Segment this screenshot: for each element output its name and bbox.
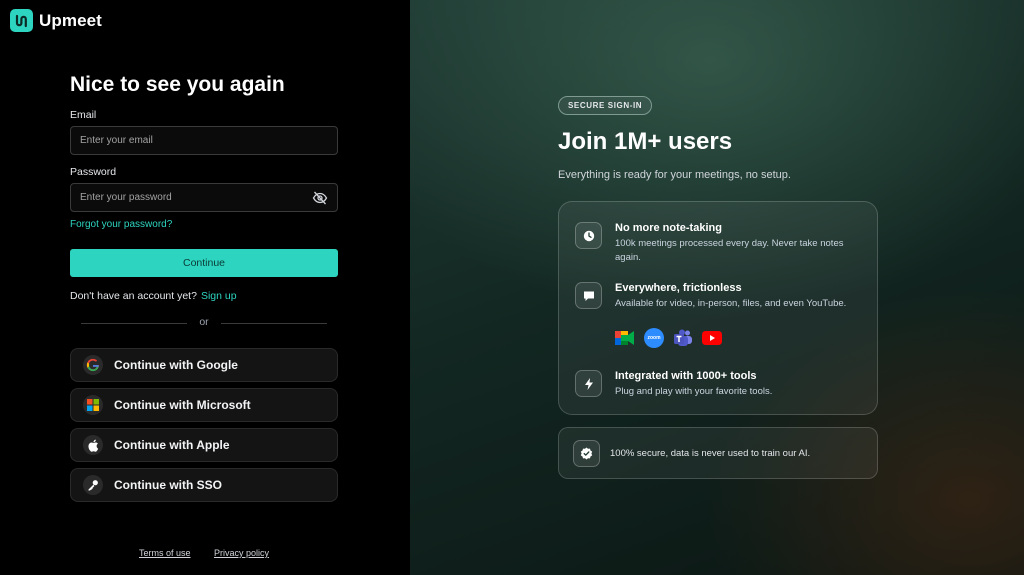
password-label: Password [70,166,117,178]
upmeet-logo-icon [10,9,33,32]
google-meet-icon [615,328,635,348]
promo-subtitle: Everything is ready for your meetings, n… [558,169,791,181]
social-label: Continue with SSO [114,478,222,492]
secure-sign-in-badge: SECURE SIGN-IN [558,96,653,115]
feature-title: Everywhere, frictionless [615,282,742,294]
signup-row: Don't have an account yet? Sign up [70,290,237,302]
google-icon [83,355,103,375]
integrations-row: zoom [615,328,722,348]
promo-panel: SECURE SIGN-IN Join 1M+ users Everything… [410,0,1024,575]
youtube-icon [702,328,722,348]
continue-with-apple-button[interactable]: Continue with Apple [70,428,338,462]
or-text: or [199,316,209,328]
key-icon [83,475,103,495]
microsoft-icon [83,395,103,415]
feature-title: No more note-taking [615,222,722,234]
continue-with-sso-button[interactable]: Continue with SSO [70,468,338,502]
security-text: 100% secure, data is never used to train… [610,448,811,459]
brand-name: Upmeet [39,10,102,30]
check-shield-icon [573,440,600,467]
social-label: Continue with Microsoft [114,398,251,412]
email-field-wrapper [70,126,338,155]
email-label: Email [70,109,97,121]
continue-with-microsoft-button[interactable]: Continue with Microsoft [70,388,338,422]
sign-up-link[interactable]: Sign up [201,290,237,302]
chat-bubble-icon [575,282,602,309]
no-account-text: Don't have an account yet? [70,290,197,302]
social-label: Continue with Apple [114,438,230,452]
login-panel: Upmeet Nice to see you again Email Passw… [0,0,410,575]
feature-description: Plug and play with your favorite tools. [615,386,773,397]
zoom-text: zoom [647,335,661,341]
terms-of-use-link[interactable]: Terms of use [139,548,191,558]
brand-logo[interactable]: Upmeet [10,9,102,32]
promo-title: Join 1M+ users [558,128,733,155]
security-card: 100% secure, data is never used to train… [558,427,878,479]
features-card: No more note-taking 100k meetings proces… [558,201,878,415]
privacy-policy-link[interactable]: Privacy policy [214,548,269,558]
or-divider: or [81,316,327,330]
continue-button[interactable]: Continue [70,249,338,277]
forgot-password-link[interactable]: Forgot your password? [70,219,172,230]
feature-description: 100k meetings processed every day. Never… [615,238,844,263]
teams-icon [673,328,693,348]
apple-icon [83,435,103,455]
continue-with-google-button[interactable]: Continue with Google [70,348,338,382]
page-title: Nice to see you again [70,73,285,96]
feature-title: Integrated with 1000+ tools [615,370,757,382]
zoom-icon: zoom [644,328,664,348]
social-label: Continue with Google [114,358,238,372]
password-field-wrapper [70,183,338,212]
password-field[interactable] [71,184,337,211]
email-field[interactable] [71,127,337,154]
lightning-icon [575,370,602,397]
feature-description: Available for video, in-person, files, a… [615,298,847,309]
divider-line-right [221,323,327,324]
eye-off-icon[interactable] [312,191,328,205]
clock-icon [575,222,602,249]
